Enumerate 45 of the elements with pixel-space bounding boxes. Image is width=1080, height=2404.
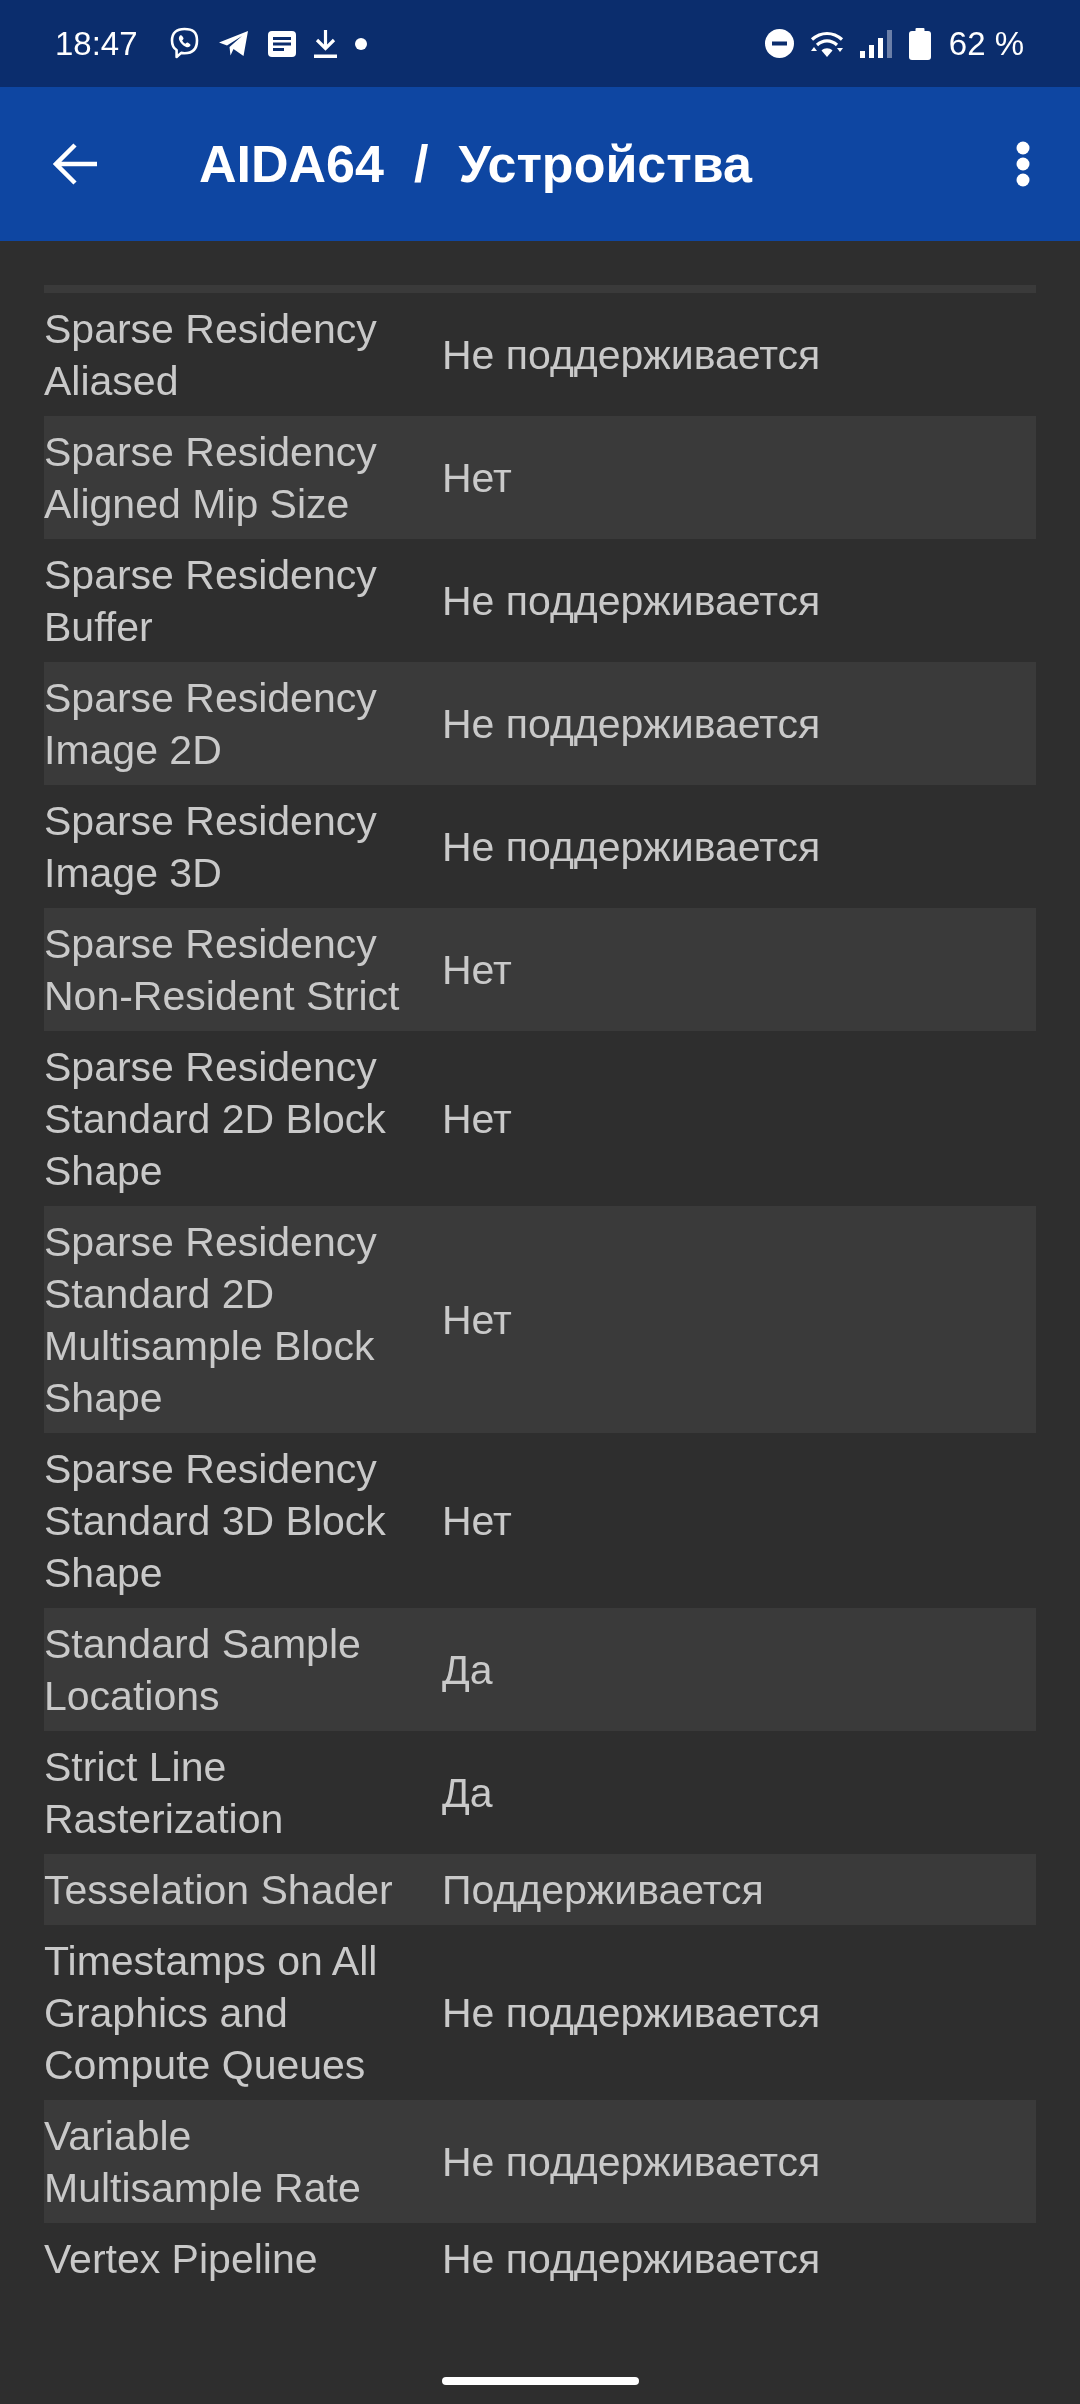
property-value: Нет: [442, 945, 512, 995]
note-icon: [267, 30, 296, 57]
property-label: Standard Sample Locations: [44, 1619, 362, 1721]
property-value: Поддерживается: [442, 1865, 764, 1915]
minus-circle-icon: [764, 29, 794, 58]
battery-icon: [908, 27, 931, 60]
more-vertical-icon: [1016, 141, 1030, 187]
status-time: 18:47: [55, 27, 138, 60]
phone-bubble-icon: [168, 27, 200, 60]
property-value: Не поддерживается: [442, 576, 821, 626]
app-name: AIDA64: [199, 138, 384, 190]
property-value: Не поддерживается: [442, 1988, 821, 2038]
property-label: Sparse Residency Aliased: [44, 304, 378, 406]
property-label: Sparse Residency Standard 2D Multisample Block Shape: [44, 1217, 378, 1423]
property-label: Sparse Residency Buffer: [44, 550, 378, 652]
property-value: Да: [442, 1645, 493, 1695]
property-label: Strict Line Rasterization: [44, 1742, 285, 1844]
battery-percentage: 62 %: [948, 27, 1024, 60]
property-label: Tesselation Shader: [44, 1865, 394, 1915]
wifi-icon: [809, 29, 844, 58]
signal-icon: [859, 29, 893, 58]
property-value: Не поддерживается: [442, 2137, 821, 2187]
property-value: Не поддерживается: [442, 699, 821, 749]
property-label: Sparse Residency Image 2D: [44, 673, 378, 775]
paper-plane-icon: [217, 30, 250, 57]
property-label: Sparse Residency Aligned Mip Size: [44, 427, 378, 529]
property-value: Нет: [442, 1094, 512, 1144]
property-value: Да: [442, 1768, 493, 1818]
property-label: Vertex Pipeline: [44, 2234, 319, 2284]
download-icon: [313, 29, 337, 58]
property-label: Sparse Residency Non-Resident Strict: [44, 919, 401, 1021]
property-value: Не поддерживается: [442, 822, 821, 872]
property-value: Не поддерживается: [442, 330, 821, 380]
property-label: Timestamps on All Graphics and Compute Queues: [44, 1936, 379, 2090]
property-value: Нет: [442, 453, 512, 503]
property-value: Нет: [442, 1295, 512, 1345]
property-value: Не поддерживается: [442, 2234, 821, 2284]
dot-icon: [354, 37, 367, 50]
property-value: Нет: [442, 1496, 512, 1546]
property-label: Sparse Residency Image 3D: [44, 796, 378, 898]
property-label: Sparse Residency Standard 3D Block Shape: [44, 1444, 387, 1598]
property-label: Variable Multisample Rate: [44, 2111, 362, 2213]
property-label: Sparse Residency Standard 2D Block Shape: [44, 1042, 387, 1196]
arrow-left-icon: [53, 143, 99, 185]
breadcrumb-separator: /: [413, 138, 429, 190]
